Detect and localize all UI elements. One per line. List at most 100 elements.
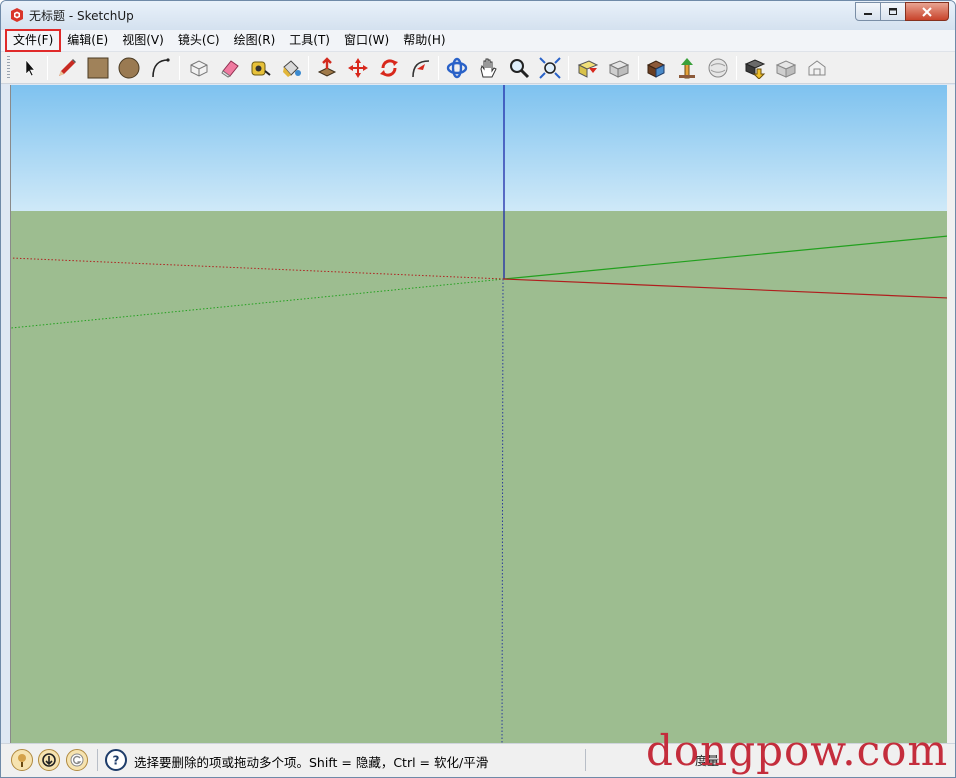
toolbar-divider — [47, 56, 48, 80]
status-message: 选择要删除的项或拖动多个项。Shift = 隐藏，Ctrl = 软化/平滑 — [134, 755, 489, 770]
paint-bucket-icon — [283, 60, 301, 77]
user-account-icon — [70, 753, 84, 767]
next-view-icon — [608, 60, 630, 78]
pan-tool-button[interactable] — [475, 55, 501, 81]
make-component-button[interactable] — [186, 55, 212, 81]
menu-view[interactable]: 视图(V) — [116, 31, 170, 50]
push-pull-icon — [317, 57, 337, 77]
window-controls — [855, 2, 949, 21]
drawing-viewport[interactable] — [10, 85, 947, 743]
window-title: 无标题 - SketchUp — [29, 9, 134, 23]
menu-bar: 文件(F) 编辑(E) 视图(V) 镜头(C) 绘图(R) 工具(T) 窗口(W… — [1, 29, 955, 52]
toolbar-divider — [638, 56, 639, 80]
share-component-button[interactable] — [705, 55, 731, 81]
previous-view-button[interactable] — [575, 55, 601, 81]
share-model-button[interactable] — [674, 55, 700, 81]
get-photo-texture-icon — [744, 59, 766, 79]
help-icon: ? — [113, 754, 120, 768]
toggle-terrain-button[interactable] — [804, 55, 830, 81]
circle-tool-button[interactable] — [116, 55, 142, 81]
menu-tools[interactable]: 工具(T) — [283, 31, 336, 50]
toolbar-divider — [568, 56, 569, 80]
geo-location-button[interactable] — [11, 749, 33, 771]
menu-edit[interactable]: 编辑(E) — [61, 31, 114, 50]
move-icon — [348, 58, 368, 78]
toolbar-divider — [736, 56, 737, 80]
share-model-icon — [679, 58, 695, 79]
menu-window[interactable]: 窗口(W) — [338, 31, 395, 50]
arc-tool-button[interactable] — [147, 55, 173, 81]
zoom-extents-button[interactable] — [537, 55, 563, 81]
follow-me-button[interactable] — [407, 55, 433, 81]
share-component-icon — [708, 58, 728, 78]
credits-button[interactable] — [38, 749, 60, 771]
tape-measure-icon — [251, 61, 271, 76]
close-button[interactable] — [905, 2, 949, 21]
maximize-button[interactable] — [880, 2, 906, 21]
blue-axis-negative — [501, 278, 504, 743]
eraser-icon — [221, 60, 239, 78]
main-toolbar — [1, 52, 955, 84]
toolbar-grip[interactable] — [7, 56, 10, 80]
rectangle-tool-button[interactable] — [85, 55, 111, 81]
push-pull-button[interactable] — [314, 55, 340, 81]
pencil-tool-button[interactable] — [54, 55, 80, 81]
rotate-icon — [380, 59, 398, 77]
sketchup-logo-icon[interactable] — [9, 7, 25, 23]
follow-me-icon — [412, 60, 430, 78]
previous-view-icon — [577, 60, 599, 78]
geo-location-icon — [18, 754, 26, 767]
pencil-icon — [59, 59, 76, 76]
tape-measure-button[interactable] — [247, 55, 273, 81]
zoom-extents-icon — [539, 57, 561, 79]
get-models-icon — [646, 60, 666, 78]
user-account-button[interactable] — [66, 749, 88, 771]
red-axis-positive — [503, 278, 947, 299]
menu-file[interactable]: 文件(F) — [4, 29, 62, 52]
minimize-button[interactable] — [855, 2, 881, 21]
orbit-tool-button[interactable] — [444, 55, 470, 81]
green-axis-positive — [503, 235, 947, 280]
toolbar-divider — [308, 56, 309, 80]
move-tool-button[interactable] — [345, 55, 371, 81]
maximize-icon — [889, 8, 897, 15]
eraser-tool-button[interactable] — [217, 55, 243, 81]
toolbar-divider — [179, 56, 180, 80]
green-axis-negative — [11, 278, 505, 329]
site-watermark: dongpow.com — [646, 726, 949, 775]
svg-text:?: ? — [113, 754, 120, 768]
paint-bucket-button[interactable] — [278, 55, 304, 81]
toggle-terrain-icon — [808, 60, 826, 76]
circle-icon — [118, 57, 140, 79]
status-divider — [585, 749, 586, 771]
close-icon — [922, 6, 932, 17]
select-tool-button[interactable] — [17, 55, 43, 81]
drawing-axes — [11, 85, 947, 743]
get-photo-texture-button[interactable] — [742, 55, 768, 81]
arc-icon — [152, 58, 170, 78]
rotate-tool-button[interactable] — [376, 55, 402, 81]
minimize-icon — [864, 12, 872, 15]
title-bar[interactable]: 无标题 - SketchUp — [1, 1, 955, 30]
sketchup-window: 无标题 - SketchUp 文件(F) 编辑(E) 视图(V) 镜头(C) 绘… — [0, 0, 956, 778]
menu-draw[interactable]: 绘图(R) — [228, 31, 282, 50]
add-location-icon — [775, 60, 797, 78]
status-divider — [97, 749, 98, 771]
make-component-icon — [190, 60, 208, 77]
add-location-button[interactable] — [773, 55, 799, 81]
red-axis-negative — [11, 257, 505, 280]
next-view-button[interactable] — [606, 55, 632, 81]
credits-icon — [42, 753, 56, 767]
zoom-icon — [510, 59, 530, 79]
select-icon — [25, 59, 36, 77]
help-button[interactable]: ? — [105, 749, 127, 771]
menu-camera[interactable]: 镜头(C) — [172, 31, 226, 50]
get-models-button[interactable] — [643, 55, 669, 81]
rectangle-icon — [87, 57, 109, 79]
zoom-tool-button[interactable] — [506, 55, 532, 81]
viewport-edge — [947, 85, 955, 743]
toolbar-divider — [438, 56, 439, 80]
menu-help[interactable]: 帮助(H) — [397, 31, 451, 50]
orbit-icon — [446, 57, 468, 79]
pan-icon — [480, 58, 497, 78]
